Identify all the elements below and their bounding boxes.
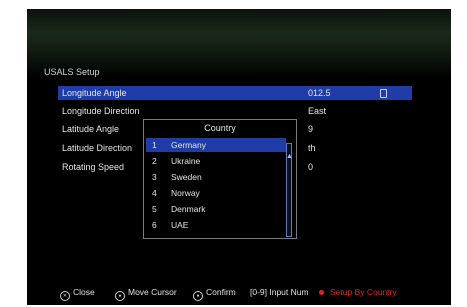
ok-button-icon: ● [193,291,203,301]
setup-by-country-label: Setup By Country [330,287,397,297]
setting-label: Latitude Direction [62,143,133,153]
setting-label: Latitude Angle [62,124,120,134]
setting-longitude-direction[interactable]: Longitude Direction East [58,104,412,118]
country-name: Germany [171,140,206,150]
input-num-hint: [0-9] Input Num [250,287,309,297]
setting-value: 9 [308,124,314,134]
country-item-denmark[interactable]: 5 Denmark [146,202,286,216]
country-name: Ukraine [171,156,201,166]
confirm-hint[interactable]: ● Confirm [193,287,236,301]
setting-label: Rotating Speed [62,162,125,172]
menu-title: USALS Setup [44,67,100,77]
setting-value: 012.5 [308,88,331,98]
country-item-sweden[interactable]: 3 Sweden [146,170,286,184]
country-name: Sweden [171,172,202,182]
setup-by-country-hint[interactable]: Setup By Country [319,287,397,297]
country-number: 5 [152,204,157,214]
country-item-norway[interactable]: 4 Norway [146,186,286,200]
close-hint[interactable]: ✕ Close [60,287,95,301]
country-number: 2 [152,156,157,166]
popup-title: Country [204,123,236,133]
country-number: 1 [152,140,157,150]
setting-longitude-angle[interactable]: Longitude Angle 012.5 [58,86,412,100]
country-number: 4 [152,188,157,198]
country-item-germany[interactable]: 1 Germany [146,138,286,152]
red-button-icon [319,290,324,295]
close-label: Close [73,287,95,297]
setting-label: Longitude Direction [62,106,140,116]
arrow-keys-icon: ● [115,291,125,301]
tv-screen: USALS Setup Longitude Angle 012.5 Longit… [27,9,451,305]
setting-value: 0 [308,162,314,172]
country-item-uae[interactable]: 6 UAE [146,218,286,232]
country-item-ukraine[interactable]: 2 Ukraine [146,154,286,168]
move-cursor-hint[interactable]: ● Move Cursor [115,287,177,301]
country-name: Denmark [171,204,206,214]
country-number: 3 [152,172,157,182]
move-cursor-label: Move Cursor [128,287,177,297]
input-num-label: [0-9] Input Num [250,287,309,297]
country-popup: Country 1 Germany 2 Ukraine 3 Sweden 4 N… [143,119,297,239]
setting-label: Longitude Angle [62,88,127,98]
satellite-icon [380,89,387,98]
exit-button-icon: ✕ [60,291,70,301]
setting-value: East [308,106,327,116]
scrollbar[interactable]: ▲ [286,143,293,237]
confirm-label: Confirm [206,287,236,297]
country-name: UAE [171,220,189,230]
setting-value: th [308,143,316,153]
country-name: Norway [171,188,200,198]
country-number: 6 [152,220,157,230]
scroll-indicator-icon: ▲ [286,153,293,160]
